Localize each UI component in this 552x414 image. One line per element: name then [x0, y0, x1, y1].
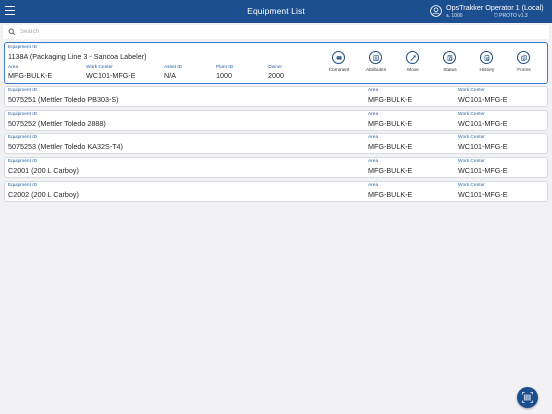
attributes-button[interactable]: Attributes — [358, 51, 394, 77]
area-value: MFG-BULK-E — [368, 119, 413, 128]
status-button[interactable]: Status — [432, 51, 468, 77]
asset-id-value: N/A — [164, 71, 176, 80]
equipment-id-label: Equipment ID — [8, 112, 38, 117]
move-label: Move — [407, 68, 419, 73]
area-label: Area — [368, 159, 379, 164]
user-info[interactable]: OpsTrakker Operator 1 (Local) ⎁ 1000 ⛉ P… — [430, 2, 548, 21]
work-center-label: Work Center — [458, 88, 485, 93]
forms-icon — [520, 54, 527, 61]
equipment-id-value: C2002 (200 L Carboy) — [8, 190, 79, 199]
equipment-actions: Comment Attributes Move Status History F… — [321, 51, 543, 77]
user-details: ⎁ 1000 ⛉ PROTO v1.3 — [446, 13, 528, 19]
history-button[interactable]: History — [469, 51, 505, 77]
version-info: ⛉ PROTO v1.3 — [494, 13, 528, 19]
work-center-label: Work Center — [458, 159, 485, 164]
move-icon — [410, 54, 416, 61]
asset-id-label: Asset ID — [164, 65, 183, 70]
work-center-label: Work Center — [458, 112, 485, 117]
equipment-id-label: Equipment ID — [8, 135, 38, 140]
equipment-id-value: 1138A (Packaging Line 3 - Sancoa Labeler… — [8, 52, 147, 61]
area-label: Area — [368, 88, 379, 93]
area-label: Area — [368, 183, 379, 188]
plant-icon: ⎁ — [446, 13, 451, 19]
area-value: MFG-BULK-E — [368, 190, 413, 199]
attributes-label: Attributes — [365, 68, 387, 73]
owner-value: 2000 — [268, 71, 284, 80]
equipment-row[interactable]: Equipment ID 5075251 (Mettler Toledo PB3… — [4, 86, 548, 107]
equipment-id-value: 5075252 (Mettler Toledo 2888) — [8, 119, 106, 128]
app-header: Equipment List OpsTrakker Operator 1 (Lo… — [0, 0, 552, 23]
selected-equipment-card[interactable]: Equipment ID 1138A (Packaging Line 3 - S… — [4, 42, 548, 84]
equipment-id-label: Equipment ID — [8, 183, 38, 188]
status-icon — [447, 54, 452, 61]
equipment-row[interactable]: Equipment ID 5075252 (Mettler Toledo 288… — [4, 110, 548, 131]
user-name: OpsTrakker Operator 1 (Local) — [446, 3, 544, 12]
area-label: Area — [368, 112, 379, 117]
area-value: MFG-BULK-E — [368, 142, 413, 151]
work-center-label: Work Center — [458, 135, 485, 140]
move-button[interactable]: Move — [395, 51, 431, 77]
user-avatar-icon — [430, 5, 442, 17]
search-bar — [3, 25, 549, 39]
area-value: MFG-BULK-E — [8, 71, 53, 80]
plant-id-value: 1000 — [216, 71, 232, 80]
history-label: History — [479, 68, 495, 73]
search-input[interactable] — [20, 26, 540, 38]
area-value: MFG-BULK-E — [368, 166, 413, 175]
equipment-id-label: Equipment ID — [8, 45, 38, 50]
search-icon — [8, 28, 16, 36]
area-value: MFG-BULK-E — [368, 95, 413, 104]
work-center-label: Work Center — [458, 183, 485, 188]
equipment-row[interactable]: Equipment ID C2002 (200 L Carboy) Area M… — [4, 181, 548, 202]
comment-label: Comment — [328, 68, 350, 73]
work-center-value: WC101-MFG-E — [86, 71, 136, 80]
scan-barcode-button[interactable] — [517, 387, 538, 408]
equipment-id-label: Equipment ID — [8, 159, 38, 164]
work-center-value: WC101-MFG-E — [458, 95, 508, 104]
work-center-value: WC101-MFG-E — [458, 142, 508, 151]
history-icon — [484, 54, 489, 61]
equipment-row[interactable]: Equipment ID C2001 (200 L Carboy) Area M… — [4, 157, 548, 178]
equipment-id-label: Equipment ID — [8, 88, 38, 93]
work-center-value: WC101-MFG-E — [458, 190, 508, 199]
user-plant: 1000 — [451, 13, 463, 19]
status-label: Status — [443, 68, 457, 73]
work-center-value: WC101-MFG-E — [458, 119, 508, 128]
work-center-value: WC101-MFG-E — [458, 166, 508, 175]
list-icon — [372, 54, 379, 61]
app-version: PROTO v1.3 — [499, 13, 528, 19]
comment-icon — [336, 55, 342, 59]
equipment-id-value: 5075253 (Mettler Toledo KA32S-T4) — [8, 142, 123, 151]
area-label: Area — [368, 135, 379, 140]
comment-button[interactable]: Comment — [321, 51, 357, 77]
forms-button[interactable]: Forms — [506, 51, 542, 77]
forms-label: Forms — [517, 68, 531, 73]
equipment-id-value: 5075251 (Mettler Toledo PB303-S) — [8, 95, 119, 104]
owner-label: Owner — [268, 65, 283, 70]
shield-icon: ⛉ — [494, 13, 498, 19]
equipment-row[interactable]: Equipment ID 5075253 (Mettler Toledo KA3… — [4, 133, 548, 154]
work-center-label: Work Center — [86, 65, 113, 70]
area-label: Area — [8, 65, 19, 70]
barcode-scan-icon — [522, 392, 533, 403]
plant-id-label: Plant ID — [216, 65, 234, 70]
equipment-id-value: C2001 (200 L Carboy) — [8, 166, 79, 175]
